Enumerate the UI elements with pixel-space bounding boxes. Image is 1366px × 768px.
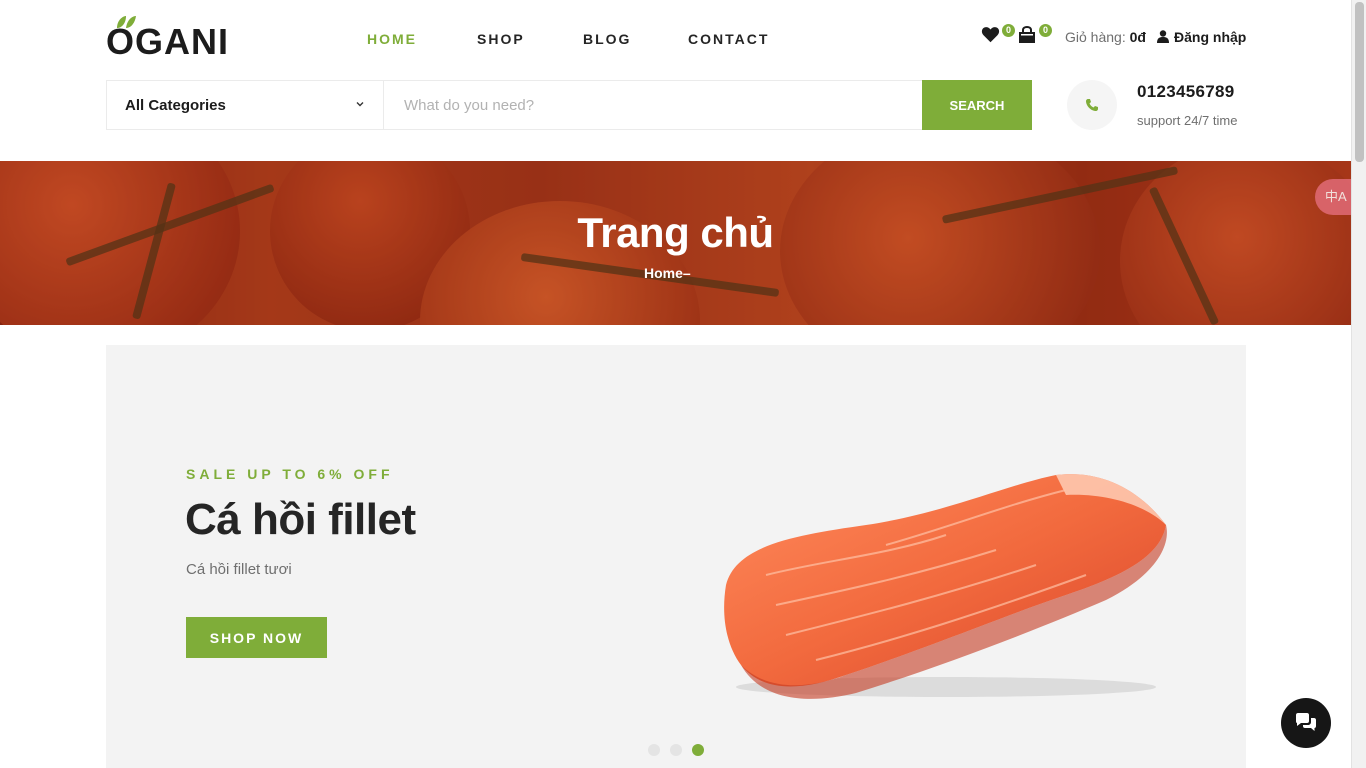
search-input[interactable]: [383, 80, 923, 130]
breadcrumb-home-link[interactable]: Home: [644, 265, 683, 281]
slider-dot[interactable]: [648, 744, 660, 756]
logo[interactable]: OGANI: [106, 14, 236, 62]
search-button[interactable]: SEARCH: [922, 80, 1032, 130]
slider-dot-active[interactable]: [692, 744, 704, 756]
hero-description: Cá hồi fillet tươi: [186, 561, 292, 578]
shop-now-button[interactable]: SHOP NOW: [186, 617, 327, 658]
salmon-fillet-image: [724, 474, 1167, 699]
phone-number: 0123456789: [1137, 82, 1235, 101]
category-label: All Categories: [125, 97, 226, 114]
breadcrumb-separator: –: [682, 265, 691, 281]
breadcrumb-banner: Trang chủ Home–: [0, 161, 1351, 325]
chevron-down-icon: [356, 102, 364, 107]
wishlist-button[interactable]: 0: [981, 24, 1015, 50]
wishlist-count-badge: 0: [1002, 24, 1015, 37]
chat-bubbles-icon: [1296, 713, 1316, 731]
slider-dot[interactable]: [670, 744, 682, 756]
cart-button[interactable]: 0: [1018, 24, 1052, 50]
shopping-bag-icon: [1019, 25, 1035, 43]
nav-shop[interactable]: SHOP: [477, 31, 525, 47]
cart-count-badge: 0: [1039, 24, 1052, 37]
phone-icon-circle: [1067, 80, 1117, 130]
breadcrumb: Home–: [644, 265, 691, 281]
phone-icon: [1086, 99, 1098, 111]
chat-button[interactable]: [1281, 698, 1331, 748]
logo-text: OGANI: [106, 21, 230, 62]
cart-total: Giỏ hàng: 0đ: [1065, 29, 1146, 45]
user-icon: [1157, 30, 1169, 43]
cart-total-label: Giỏ hàng:: [1065, 29, 1126, 45]
hero-sale-tag: SALE UP TO 6% OFF: [186, 466, 394, 482]
cart-total-value: 0đ: [1129, 29, 1146, 45]
support-text: support 24/7 time: [1137, 113, 1238, 128]
nav-blog[interactable]: BLOG: [583, 31, 631, 47]
nav-home[interactable]: HOME: [367, 31, 417, 47]
scrollbar-thumb[interactable]: [1355, 2, 1364, 162]
category-dropdown[interactable]: All Categories: [106, 80, 383, 130]
login-label: Đăng nhập: [1174, 29, 1247, 45]
login-link[interactable]: Đăng nhập: [1157, 29, 1246, 45]
hero-slider: SALE UP TO 6% OFF Cá hồi fillet Cá hồi f…: [106, 345, 1246, 768]
page-scrollbar[interactable]: [1351, 0, 1366, 768]
hero-title: Cá hồi fillet: [185, 495, 416, 544]
nav-contact[interactable]: CONTACT: [688, 31, 769, 47]
page-title: Trang chủ: [577, 209, 774, 256]
heart-icon: [981, 27, 1000, 43]
